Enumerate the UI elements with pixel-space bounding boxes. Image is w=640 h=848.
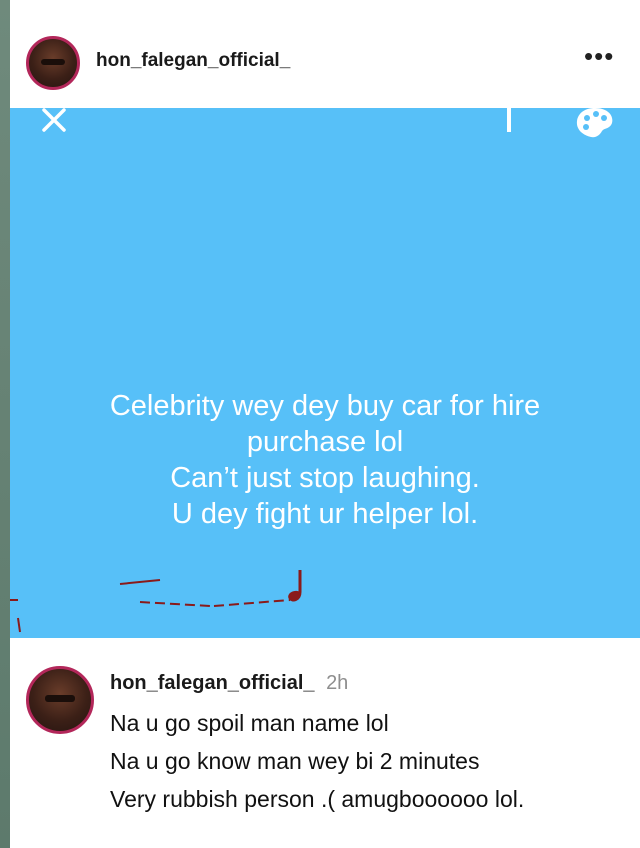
comment-line: Na u go know man wey bi 2 minutes — [110, 748, 480, 774]
story-text: Celebrity wey dey buy car for hire purch… — [30, 388, 620, 532]
story-line: U dey fight ur helper lol. — [171, 498, 479, 530]
close-icon[interactable] — [40, 108, 68, 136]
scribble-marks — [10, 570, 302, 633]
more-options-icon[interactable]: ••• — [584, 43, 614, 69]
left-frame-edge — [0, 0, 10, 848]
post-header: hon_falegan_official_ ••• — [10, 26, 640, 98]
text-tool-icon[interactable] — [502, 108, 516, 134]
comment-row: hon_falegan_official_ 2h Na u go spoil m… — [10, 656, 640, 848]
comment-header: hon_falegan_official_ 2h — [110, 672, 348, 695]
story-card: Celebrity wey dey buy car for hire purch… — [10, 108, 640, 638]
story-line: Can’t just stop laughing. — [170, 462, 480, 494]
comment-username[interactable]: hon_falegan_official_ — [110, 672, 315, 694]
comment-line: Na u go spoil man name lol — [110, 710, 389, 736]
comment-avatar[interactable] — [26, 666, 94, 734]
comment-line: Very rubbish person .( amugboooooo lol. — [110, 786, 525, 812]
story-line: Celebrity wey dey buy car for hire — [109, 390, 541, 422]
comment-timestamp: 2h — [326, 672, 349, 694]
palette-icon[interactable] — [576, 108, 614, 138]
post-container: hon_falegan_official_ ••• Celebrity wey … — [10, 0, 640, 848]
story-line: purchase lol — [246, 426, 404, 458]
comment-body: Na u go spoil man name lol Na u go know … — [110, 704, 524, 818]
header-username[interactable]: hon_falegan_official_ — [96, 50, 290, 72]
profile-avatar[interactable] — [26, 36, 80, 90]
